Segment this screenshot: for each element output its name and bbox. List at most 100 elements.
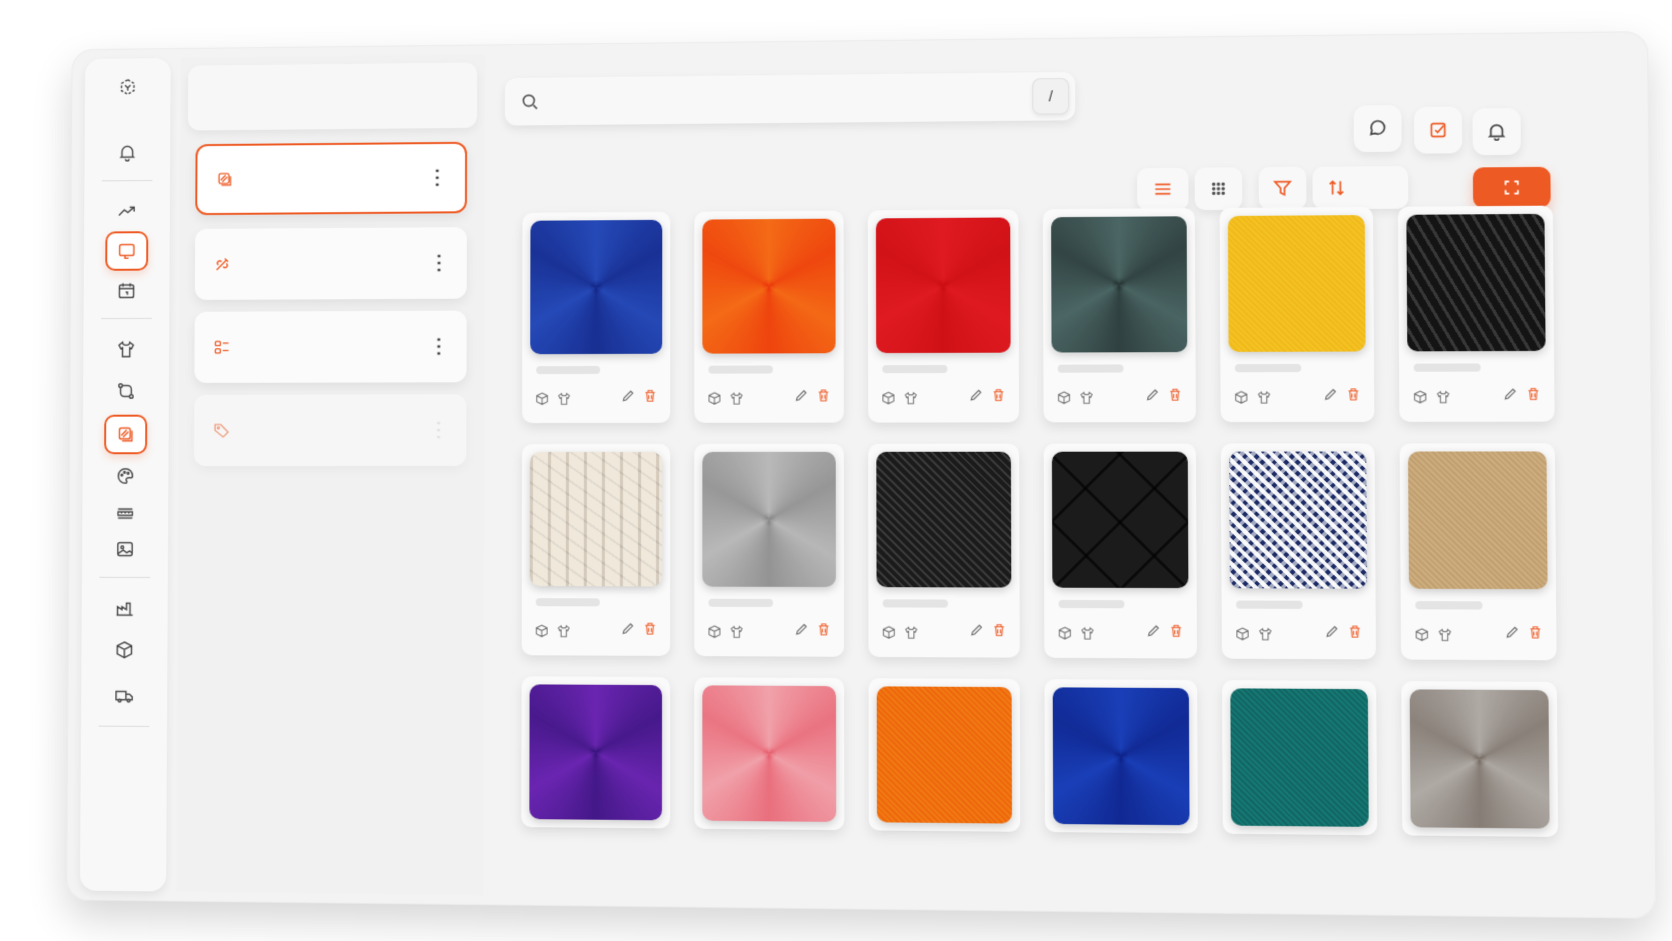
material-card[interactable]: [869, 678, 1021, 832]
card-buttons: [620, 388, 658, 409]
usage-icons: [1234, 626, 1274, 643]
material-swatch[interactable]: [1053, 687, 1190, 825]
material-card[interactable]: [694, 444, 844, 657]
material-card[interactable]: [1044, 443, 1197, 658]
collection-item-boards[interactable]: ⋮: [194, 311, 466, 383]
edit-button[interactable]: [1144, 387, 1161, 408]
material-card[interactable]: [1043, 208, 1196, 422]
edit-button[interactable]: [620, 388, 636, 409]
material-swatch[interactable]: [1051, 216, 1187, 352]
collection-item-trims[interactable]: ⋮: [195, 227, 467, 300]
edit-button[interactable]: [968, 622, 984, 643]
material-card[interactable]: [522, 212, 670, 423]
material-swatch[interactable]: [1229, 452, 1367, 589]
delete-button[interactable]: [1527, 624, 1544, 646]
app-logo[interactable]: [106, 68, 149, 108]
edit-button[interactable]: [1324, 623, 1341, 645]
delete-button[interactable]: [1167, 387, 1184, 408]
collection-item-materials[interactable]: ⋮: [195, 142, 467, 215]
delete-button[interactable]: [1345, 386, 1362, 407]
material-card[interactable]: [521, 676, 670, 828]
material-swatch[interactable]: [1052, 452, 1189, 588]
search-input[interactable]: [551, 72, 1033, 125]
sort-button[interactable]: [1312, 166, 1408, 209]
material-swatch[interactable]: [702, 685, 836, 822]
grid-list-icon: [212, 337, 232, 357]
material-card[interactable]: [868, 444, 1020, 658]
material-swatch[interactable]: [530, 452, 662, 587]
list-view-button[interactable]: [1137, 168, 1189, 211]
material-card[interactable]: [1401, 681, 1558, 837]
delete-button[interactable]: [991, 622, 1007, 643]
filter-button[interactable]: [1259, 167, 1307, 210]
collection-item-tags[interactable]: ⋮: [194, 394, 467, 466]
material-swatch[interactable]: [877, 686, 1012, 823]
sidebar-item-compare[interactable]: [104, 371, 147, 411]
edit-button[interactable]: [793, 621, 809, 642]
sidebar-item-calendar[interactable]: [105, 271, 148, 311]
material-swatch[interactable]: [876, 452, 1011, 588]
edit-button[interactable]: [620, 621, 636, 642]
edit-button[interactable]: [968, 387, 984, 408]
material-swatch[interactable]: [702, 219, 835, 354]
sidebar-item-colors[interactable]: [104, 456, 147, 496]
material-card[interactable]: [1044, 679, 1197, 833]
sidebar-item-factories[interactable]: [103, 589, 146, 629]
tshirt-icon: [556, 391, 572, 407]
delete-button[interactable]: [1525, 386, 1542, 408]
delete-button[interactable]: [1347, 623, 1364, 645]
material-card[interactable]: [868, 209, 1019, 422]
fullscreen-button[interactable]: [1473, 167, 1551, 208]
more-options-icon[interactable]: ⋮: [429, 337, 449, 357]
sidebar-item-images[interactable]: [103, 529, 146, 569]
delete-button[interactable]: [990, 387, 1006, 408]
material-card[interactable]: [694, 211, 843, 423]
material-swatch[interactable]: [1230, 688, 1368, 827]
material-card[interactable]: [1220, 207, 1375, 422]
sidebar-item-analytics[interactable]: [105, 192, 148, 232]
material-swatch[interactable]: [1228, 215, 1366, 352]
material-name-placeholder: [1415, 601, 1482, 609]
sidebar-item-presentations[interactable]: [105, 231, 148, 271]
delete-button[interactable]: [1168, 623, 1185, 644]
sidebar-item-shipping[interactable]: [103, 676, 146, 716]
box-icon: [534, 623, 550, 639]
material-card[interactable]: [1222, 680, 1377, 835]
sidebar-item-styles[interactable]: [105, 330, 148, 370]
delete-button[interactable]: [815, 387, 831, 408]
notifications-button[interactable]: [1472, 108, 1521, 155]
edit-button[interactable]: [1322, 386, 1339, 407]
material-card[interactable]: [694, 677, 844, 830]
delete-button[interactable]: [642, 388, 658, 409]
more-options-icon[interactable]: ⋮: [427, 168, 447, 188]
tasks-button[interactable]: [1414, 106, 1462, 153]
material-card[interactable]: [1221, 443, 1376, 659]
sidebar-item-notifications[interactable]: [106, 133, 149, 173]
edit-button[interactable]: [1504, 624, 1521, 646]
material-swatch[interactable]: [1408, 451, 1548, 589]
material-swatch[interactable]: [1410, 689, 1550, 828]
sidebar-item-trims[interactable]: [104, 494, 147, 534]
more-options-icon[interactable]: ⋮: [429, 253, 449, 273]
search-bar[interactable]: /: [505, 72, 1076, 126]
delete-button[interactable]: [816, 621, 832, 642]
sidebar-item-materials[interactable]: [104, 415, 147, 455]
grid-view-button[interactable]: [1195, 167, 1243, 210]
material-swatch[interactable]: [530, 220, 662, 354]
edit-button[interactable]: [1145, 623, 1162, 644]
sidebar-item-products[interactable]: [103, 630, 146, 670]
needle-thread-icon: [213, 254, 233, 274]
material-swatch[interactable]: [529, 684, 662, 820]
material-swatch[interactable]: [1406, 214, 1545, 352]
calendar-icon: [116, 280, 138, 302]
material-card[interactable]: [522, 444, 671, 656]
messages-button[interactable]: [1354, 105, 1402, 152]
edit-button[interactable]: [1502, 386, 1519, 408]
material-swatch[interactable]: [702, 452, 836, 587]
delete-button[interactable]: [642, 621, 658, 642]
material-card[interactable]: [1400, 443, 1557, 660]
more-options-icon[interactable]: ⋮: [429, 420, 449, 440]
material-card[interactable]: [1398, 206, 1555, 422]
edit-button[interactable]: [793, 387, 809, 408]
material-swatch[interactable]: [876, 217, 1011, 353]
